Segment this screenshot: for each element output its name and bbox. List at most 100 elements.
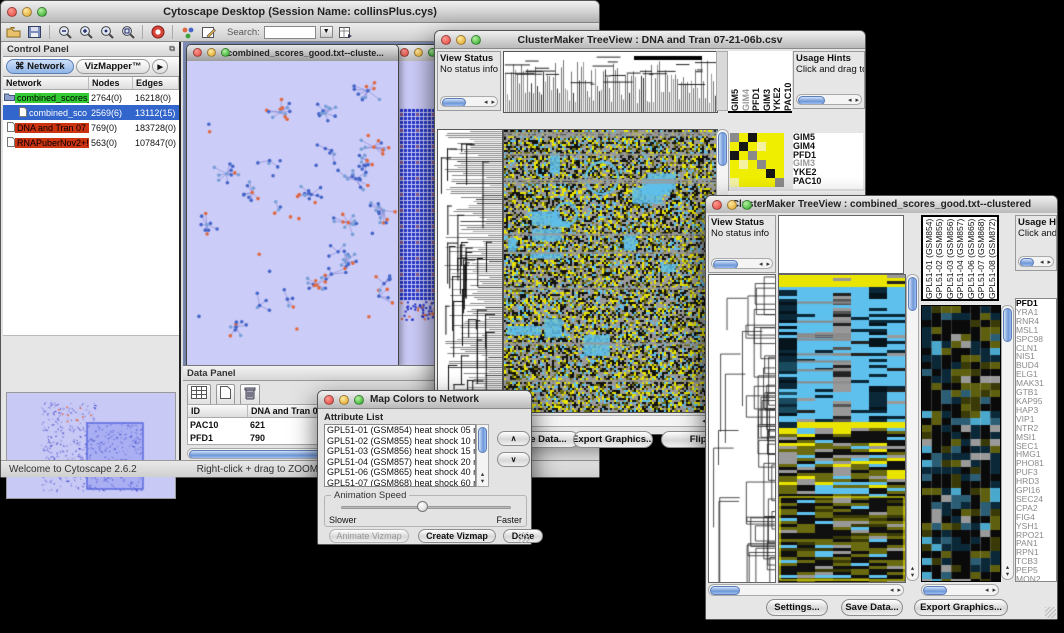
zoom-in-icon[interactable]	[77, 25, 94, 40]
tv1-detail-heatmap[interactable]	[730, 133, 784, 187]
attribute-list-vscrollbar[interactable]: ▴▾	[476, 424, 489, 487]
minimize-button[interactable]	[207, 48, 216, 57]
tv1-gene-dendrogram[interactable]	[437, 129, 503, 413]
attribute-item[interactable]: GPL51-07 (GSM868) heat shock 60 min	[325, 478, 475, 488]
network-row[interactable]: combined_scores_2764(0)16218(0)	[3, 90, 179, 105]
edit-network-icon[interactable]	[200, 25, 217, 40]
treeview1-titlebar[interactable]: ClusterMaker TreeView : DNA and Tran 07-…	[435, 31, 865, 49]
minimize-button[interactable]	[339, 395, 349, 405]
zoom-out-icon[interactable]	[56, 25, 73, 40]
search-dropdown-icon[interactable]: ▼	[320, 26, 333, 38]
zoom-button[interactable]	[471, 35, 481, 45]
attribute-item[interactable]: GPL51-04 (GSM857) heat shock 20 min	[325, 457, 475, 468]
network-col-nodes[interactable]: Nodes	[89, 77, 133, 89]
close-button[interactable]	[400, 48, 409, 57]
minimize-button[interactable]	[22, 7, 32, 17]
network-canvas[interactable]	[187, 61, 398, 365]
import-table-icon[interactable]	[337, 25, 354, 40]
save-disk-icon[interactable]	[26, 25, 43, 40]
grid-window-controls	[400, 48, 437, 57]
tab-network[interactable]: ⌘ Network	[6, 59, 74, 74]
attribute-item[interactable]: GPL51-01 (GSM854) heat shock 05 min	[325, 425, 475, 436]
file-icon	[3, 137, 15, 149]
tv2-button-settings[interactable]: Settings...	[766, 599, 828, 616]
tv1-button-export-graphics[interactable]: Export Graphics...	[573, 431, 653, 448]
attribute-item[interactable]: GPL51-06 (GSM865) heat shock 40 min	[325, 467, 475, 478]
network-row[interactable]: DNA and Tran 07769(0)183728(0)	[3, 120, 179, 135]
tv2-col-label: GPL51-07 (GSM868)	[976, 217, 986, 299]
tv2-detail-heatmap[interactable]	[921, 305, 1001, 582]
treeview2-titlebar[interactable]: ClusterMaker TreeView : combined_scores_…	[706, 196, 1057, 214]
attribute-item[interactable]: GPL51-02 (GSM855) heat shock 10 min	[325, 436, 475, 447]
network-window-titlebar[interactable]: combined_scores_good.txt--cluste...	[187, 45, 398, 61]
attribute-list-label: Attribute List	[324, 412, 383, 423]
tv2-button-export-graphics[interactable]: Export Graphics...	[914, 599, 1008, 616]
tv1-heatmap-hscrollbar[interactable]: ◂ ▸	[503, 415, 716, 427]
tv1-heatmap[interactable]	[503, 129, 718, 413]
close-button[interactable]	[441, 35, 451, 45]
zoom-button[interactable]	[354, 395, 364, 405]
minimize-button[interactable]	[414, 48, 423, 57]
minimize-button[interactable]	[727, 200, 737, 210]
dialog-titlebar[interactable]: Map Colors to Network	[318, 391, 531, 409]
attribute-list[interactable]: GPL51-01 (GSM854) heat shock 05 minGPL51…	[324, 424, 476, 487]
tv2-heatmap-vscrollbar[interactable]: ▴▾	[906, 274, 919, 581]
data-col-id[interactable]: ID	[188, 405, 248, 417]
birdseye-canvas[interactable]	[7, 393, 175, 498]
minimize-button[interactable]	[456, 35, 466, 45]
float-panel-icon[interactable]: ⧉	[169, 44, 175, 54]
main-titlebar[interactable]: Cytoscape Desktop (Session Name: collins…	[1, 1, 599, 23]
tv2-heatmap[interactable]	[778, 274, 906, 583]
zoom-button[interactable]	[742, 200, 752, 210]
attribute-item[interactable]: GPL51-03 (GSM856) heat shock 15 min	[325, 446, 475, 457]
tv1-column-dendrogram[interactable]	[503, 51, 718, 113]
tab-[interactable]: ▶	[152, 59, 167, 74]
zoom-fit-icon[interactable]	[98, 25, 115, 40]
tv1-detail-cell	[730, 169, 739, 178]
network-col-network[interactable]: Network	[3, 77, 89, 89]
tv2-detail-hscrollbar[interactable]: ◂ ▸	[921, 584, 999, 596]
tab-vizmapper[interactable]: VizMapper™	[76, 59, 151, 74]
network-col-edges[interactable]: Edges	[133, 77, 179, 89]
network-row[interactable]: combined_sco2569(6)13112(15)	[3, 105, 179, 120]
tv2-status-hscrollbar[interactable]: ◂ ▸	[711, 258, 773, 269]
resize-grip[interactable]	[1045, 607, 1056, 618]
birdseye-view[interactable]	[6, 392, 176, 499]
tv1-status-hscrollbar[interactable]: ◂ ▸	[440, 96, 498, 107]
tv2-gene-labels: PFD1YRA1RNR4MSL1SPC98CLN1NIS1BUD4ELG1MAK…	[1015, 298, 1057, 582]
tv1-hints-hscrollbar[interactable]: ◂ ▸	[796, 94, 862, 105]
tv1-detail-cell	[775, 169, 784, 178]
tv1-detail-cell	[739, 169, 748, 178]
tv1-detail-cell	[739, 151, 748, 160]
tv2-gene-dendrogram[interactable]	[708, 274, 776, 583]
zoom-button[interactable]	[37, 7, 47, 17]
tv2-detail-vscrollbar[interactable]: ▴▾	[1001, 305, 1014, 580]
zoom-selected-icon[interactable]	[119, 25, 136, 40]
network-window[interactable]: combined_scores_good.txt--cluste...	[186, 44, 399, 366]
vizmapper-icon[interactable]	[179, 25, 196, 40]
slider-thumb[interactable]	[417, 501, 428, 512]
tv2-hints-hscrollbar[interactable]: ◂ ▸	[1018, 256, 1054, 267]
tv2-column-tree-area[interactable]	[778, 215, 904, 274]
zoom-button[interactable]	[221, 48, 230, 57]
search-input[interactable]	[264, 26, 316, 39]
close-button[interactable]	[712, 200, 722, 210]
tv1-detail-cell	[748, 142, 757, 151]
close-button[interactable]	[324, 395, 334, 405]
tv2-button-save-data[interactable]: Save Data...	[841, 599, 903, 616]
close-button[interactable]	[193, 48, 202, 57]
resize-grip[interactable]	[519, 532, 530, 543]
help-ring-icon[interactable]	[149, 25, 166, 40]
dialog-button-create-vizmap[interactable]: Create Vizmap	[418, 529, 496, 543]
move-down-button[interactable]: ∨	[497, 452, 530, 467]
tv2-heatmap-hscrollbar[interactable]: ◂ ▸	[708, 584, 904, 596]
network-row[interactable]: RNAPuberNov2+!563(0)107847(0)	[3, 135, 179, 150]
dialog-button-animate-vizmap[interactable]: Animate Vizmap	[329, 529, 409, 543]
tv2-usage-hints-title: Usage Hints	[1018, 217, 1057, 228]
close-button[interactable]	[7, 7, 17, 17]
move-up-button[interactable]: ∧	[497, 431, 530, 446]
open-folder-icon[interactable]	[5, 25, 22, 40]
network-table-header: NetworkNodesEdges	[3, 77, 179, 90]
tv1-detail-cell	[757, 178, 766, 187]
data-id: PFD1	[188, 433, 248, 443]
